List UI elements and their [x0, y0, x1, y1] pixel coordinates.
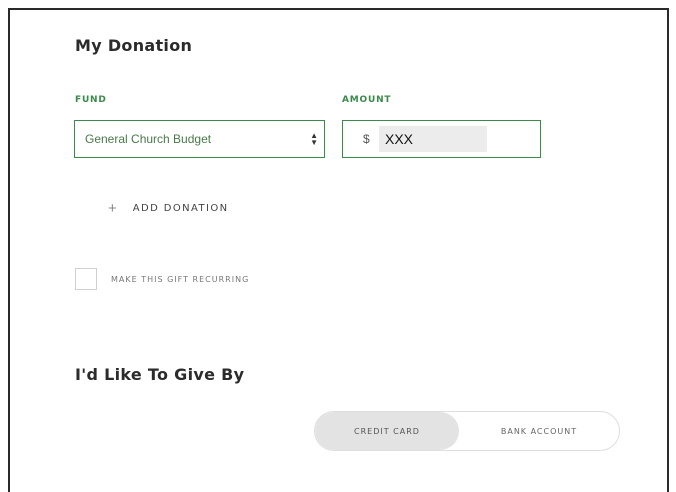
payment-method-toggle: CREDIT CARD BANK ACCOUNT	[314, 411, 620, 451]
give-by-heading: I'd Like To Give By	[75, 365, 245, 384]
recurring-checkbox[interactable]	[75, 268, 97, 290]
amount-input[interactable]	[379, 126, 487, 152]
my-donation-heading: My Donation	[75, 36, 193, 55]
amount-input-box[interactable]: $	[342, 120, 541, 158]
recurring-gift-row: MAKE THIS GIFT RECURRING	[75, 268, 249, 290]
bank-account-option[interactable]: BANK ACCOUNT	[459, 412, 619, 450]
credit-card-option[interactable]: CREDIT CARD	[315, 412, 459, 450]
plus-icon: +	[108, 200, 117, 217]
add-donation-button[interactable]: + ADD DONATION	[108, 201, 229, 216]
recurring-label[interactable]: MAKE THIS GIFT RECURRING	[111, 275, 249, 284]
add-donation-label: ADD DONATION	[132, 203, 229, 214]
fund-select-value: General Church Budget	[85, 132, 212, 146]
fund-select[interactable]: General Church Budget ▲ ▼	[74, 120, 325, 158]
select-arrows-icon: ▲ ▼	[310, 131, 318, 147]
fund-label: FUND	[75, 95, 107, 105]
currency-symbol: $	[363, 132, 370, 146]
amount-label: AMOUNT	[342, 95, 392, 105]
